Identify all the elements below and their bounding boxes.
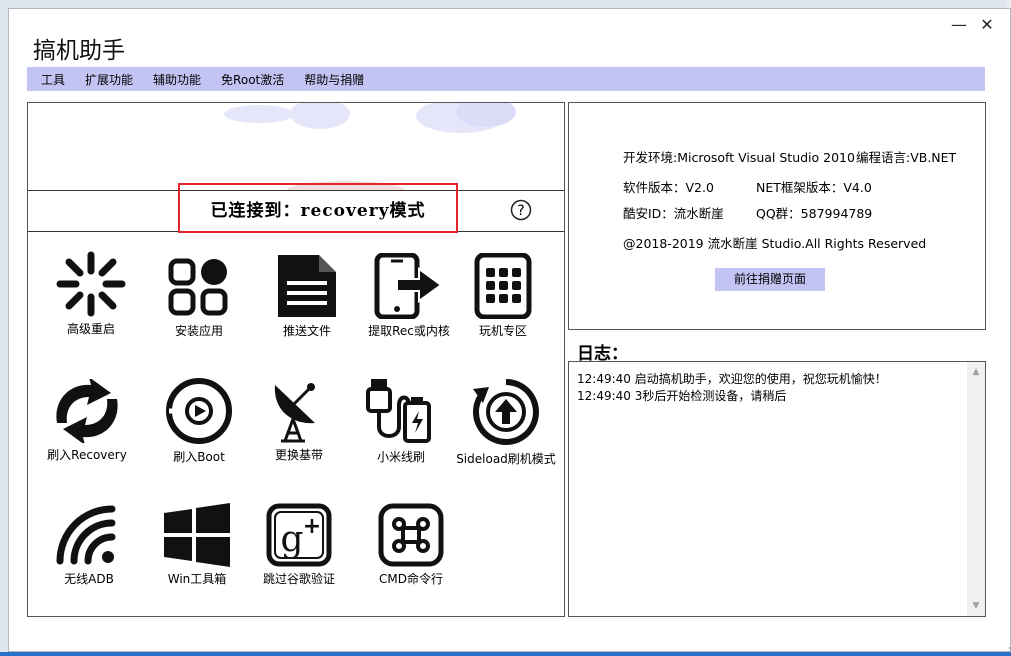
tile-label: 更换基带 <box>274 448 323 462</box>
banner-image <box>28 103 564 191</box>
google-plus-icon: g + <box>266 503 332 567</box>
tile-push-file[interactable]: 推送文件 <box>252 253 362 339</box>
dev-environment: 开发环境:Microsoft Visual Studio 2010 <box>623 150 855 165</box>
advanced-reboot-icon <box>56 251 126 317</box>
tile-win-toolbox[interactable]: Win工具箱 <box>142 503 252 587</box>
usb-cable-icon <box>366 379 431 443</box>
satellite-dish-icon <box>274 383 315 443</box>
tablet-icon <box>474 253 532 319</box>
tile-install-app[interactable]: 安装应用 <box>144 257 254 339</box>
log-panel[interactable]: 12:49:40 启动搞机助手，欢迎您的使用，祝您玩机愉快！ 12:49:40 … <box>568 361 986 617</box>
tile-label: 推送文件 <box>282 324 331 338</box>
scroll-up-icon[interactable]: ▲ <box>967 364 985 380</box>
menu-extensions[interactable]: 扩展功能 <box>85 71 133 88</box>
tile-label: 跳过谷歌验证 <box>262 572 335 586</box>
push-file-icon <box>278 255 336 317</box>
close-button[interactable]: ✕ <box>977 15 997 35</box>
tile-label: 刷入Recovery <box>47 448 127 462</box>
menu-help-donate[interactable]: 帮助与捐赠 <box>304 71 364 88</box>
tile-cmd[interactable]: CMD命令行 <box>356 503 466 587</box>
coolapk-id: 酷安ID：流水断崖 <box>623 206 724 221</box>
sideload-upload-icon <box>473 379 539 445</box>
status-row: 已连接到：recovery模式 ? <box>28 183 564 233</box>
tools-panel: 已连接到：recovery模式 ? 高级重启 安装应用 推送文件 提取Rec或内… <box>27 102 565 617</box>
svg-text:?: ? <box>517 203 524 219</box>
tile-label: 小米线刷 <box>376 450 425 464</box>
software-version: 软件版本：V2.0 <box>623 180 714 195</box>
command-icon <box>378 503 444 567</box>
log-line: 12:49:40 3秒后开始检测设备，请稍后 <box>577 389 787 403</box>
tile-label: Sideload刷机模式 <box>456 452 556 466</box>
minimize-button[interactable]: — <box>949 15 969 35</box>
menu-auxiliary[interactable]: 辅助功能 <box>153 71 201 88</box>
taskbar-edge <box>0 652 1011 656</box>
flash-boot-icon <box>166 378 232 444</box>
tile-label: 高级重启 <box>66 322 115 336</box>
extract-rec-icon <box>374 253 443 319</box>
tile-label: 安装应用 <box>174 324 223 338</box>
svg-text:+: + <box>303 514 321 539</box>
connection-status-box: 已连接到：recovery模式 <box>178 183 458 233</box>
tile-sideload[interactable]: Sideload刷机模式 <box>448 377 564 467</box>
log-scrollbar[interactable]: ▲ ▼ <box>967 362 985 616</box>
info-panel: 开发环境:Microsoft Visual Studio 2010 编程语言:V… <box>568 102 986 330</box>
tile-label: CMD命令行 <box>379 572 443 586</box>
donate-button[interactable]: 前往捐赠页面 <box>715 268 825 291</box>
windows-icon <box>164 503 230 567</box>
tile-flash-recovery[interactable]: 刷入Recovery <box>32 379 142 463</box>
app-title: 搞机助手 <box>33 38 125 64</box>
svg-text:g: g <box>280 519 303 560</box>
wifi-icon <box>56 505 116 565</box>
log-line: 12:49:40 启动搞机助手，欢迎您的使用，祝您玩机愉快！ <box>577 372 887 386</box>
tile-flash-boot[interactable]: 刷入Boot <box>144 377 254 465</box>
tile-xiaomi-flash[interactable]: 小米线刷 <box>346 377 456 465</box>
tile-change-baseband[interactable]: 更换基带 <box>244 379 354 463</box>
tile-label: 无线ADB <box>64 572 114 586</box>
net-version: NET框架版本：V4.0 <box>756 180 872 195</box>
menu-tools[interactable]: 工具 <box>41 71 65 88</box>
tile-skip-google[interactable]: g + 跳过谷歌验证 <box>244 503 354 587</box>
app-window: 搞机助手 — ✕ 工具 扩展功能 辅助功能 免Root激活 帮助与捐赠 已连接到… <box>8 8 1011 652</box>
qq-group: QQ群：587994789 <box>756 206 873 221</box>
tile-wireless-adb[interactable]: 无线ADB <box>34 503 144 587</box>
flash-recovery-icon <box>56 379 118 443</box>
tile-label: 玩机专区 <box>478 324 527 338</box>
connection-status: 已连接到：recovery模式 <box>210 200 426 221</box>
tile-label: Win工具箱 <box>167 572 227 586</box>
menu-rootless-activation[interactable]: 免Root激活 <box>221 71 284 88</box>
programming-language: 编程语言:VB.NET <box>856 150 957 165</box>
help-icon[interactable]: ? <box>510 199 532 221</box>
menu-bar: 工具 扩展功能 辅助功能 免Root激活 帮助与捐赠 <box>27 67 985 91</box>
copyright: @2018-2019 流水断崖 Studio.All Rights Reserv… <box>623 236 927 251</box>
tile-play-zone[interactable]: 玩机专区 <box>448 253 558 339</box>
tile-advanced-reboot[interactable]: 高级重启 <box>36 251 146 337</box>
tile-label: 刷入Boot <box>173 450 225 464</box>
install-app-icon <box>168 258 228 316</box>
resize-grip-icon[interactable] <box>999 645 1011 652</box>
scroll-down-icon[interactable]: ▼ <box>967 598 985 614</box>
